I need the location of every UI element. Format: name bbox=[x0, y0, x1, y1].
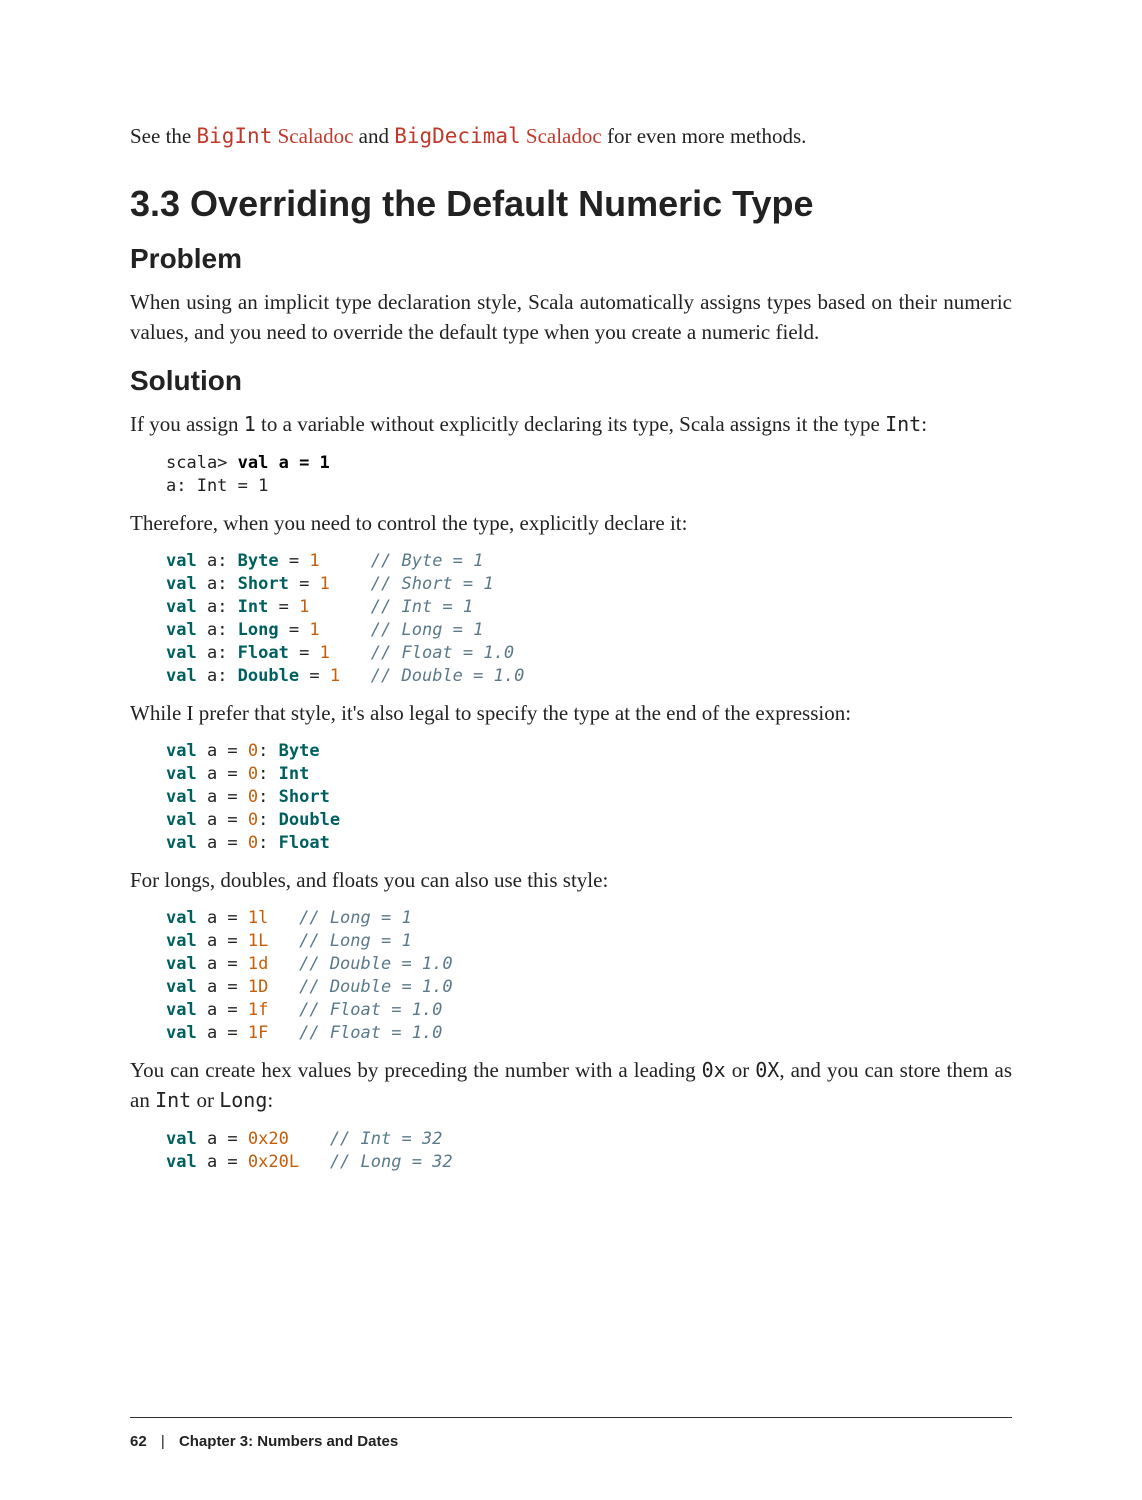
inline-code: Int bbox=[155, 1088, 191, 1112]
solution-paragraph-2: Therefore, when you need to control the … bbox=[130, 508, 1012, 538]
footer-separator: | bbox=[161, 1433, 165, 1450]
link-code: BigDecimal bbox=[394, 124, 520, 148]
solution-heading: Solution bbox=[130, 365, 1012, 397]
text: You can create hex values by preceding t… bbox=[130, 1058, 702, 1082]
code-block-hex: val a = 0x20 // Int = 32 val a = 0x20L /… bbox=[166, 1128, 1012, 1174]
code-block-letter-suffix: val a = 1l // Long = 1 val a = 1L // Lon… bbox=[166, 907, 1012, 1045]
link-code: BigInt bbox=[196, 124, 272, 148]
page-footer: 62 | Chapter 3: Numbers and Dates bbox=[130, 1433, 398, 1450]
text: : bbox=[921, 412, 927, 436]
problem-text: When using an implicit type declaration … bbox=[130, 287, 1012, 348]
code-block-typedecl: val a: Byte = 1 // Byte = 1 val a: Short… bbox=[166, 550, 1012, 688]
inline-code: Long bbox=[219, 1088, 267, 1112]
intro-paragraph: See the BigInt Scaladoc and BigDecimal S… bbox=[130, 121, 1012, 153]
text: : bbox=[267, 1088, 273, 1112]
book-page: See the BigInt Scaladoc and BigDecimal S… bbox=[0, 0, 1142, 1500]
bigint-scaladoc-link[interactable]: BigInt Scaladoc bbox=[196, 124, 353, 148]
inline-code: 1 bbox=[244, 412, 256, 436]
solution-paragraph-4: For longs, doubles, and floats you can a… bbox=[130, 865, 1012, 895]
text: for even more methods. bbox=[602, 124, 807, 148]
chapter-label: Chapter 3: Numbers and Dates bbox=[179, 1433, 398, 1450]
code-block-suffix-type: val a = 0: Byte val a = 0: Int val a = 0… bbox=[166, 740, 1012, 855]
problem-heading: Problem bbox=[130, 243, 1012, 275]
solution-paragraph-5: You can create hex values by preceding t… bbox=[130, 1055, 1012, 1116]
page-number: 62 bbox=[130, 1433, 147, 1450]
text: or bbox=[726, 1058, 756, 1082]
inline-code: Int bbox=[885, 412, 921, 436]
text: to a variable without explicitly declari… bbox=[256, 412, 885, 436]
section-title: 3.3 Overriding the Default Numeric Type bbox=[130, 183, 1012, 225]
code-block-repl: scala> val a = 1 a: Int = 1 bbox=[166, 452, 1012, 498]
solution-paragraph-3: While I prefer that style, it's also leg… bbox=[130, 698, 1012, 728]
solution-paragraph-1: If you assign 1 to a variable without ex… bbox=[130, 409, 1012, 439]
text: See the bbox=[130, 124, 196, 148]
footer-rule bbox=[130, 1417, 1012, 1418]
bigdecimal-scaladoc-link[interactable]: BigDecimal Scaladoc bbox=[394, 124, 601, 148]
text: If you assign bbox=[130, 412, 244, 436]
text: or bbox=[191, 1088, 219, 1112]
text: and bbox=[353, 124, 394, 148]
link-text: Scaladoc bbox=[521, 124, 602, 148]
inline-code: 0X bbox=[755, 1058, 779, 1082]
inline-code: 0x bbox=[702, 1058, 726, 1082]
link-text: Scaladoc bbox=[272, 124, 353, 148]
